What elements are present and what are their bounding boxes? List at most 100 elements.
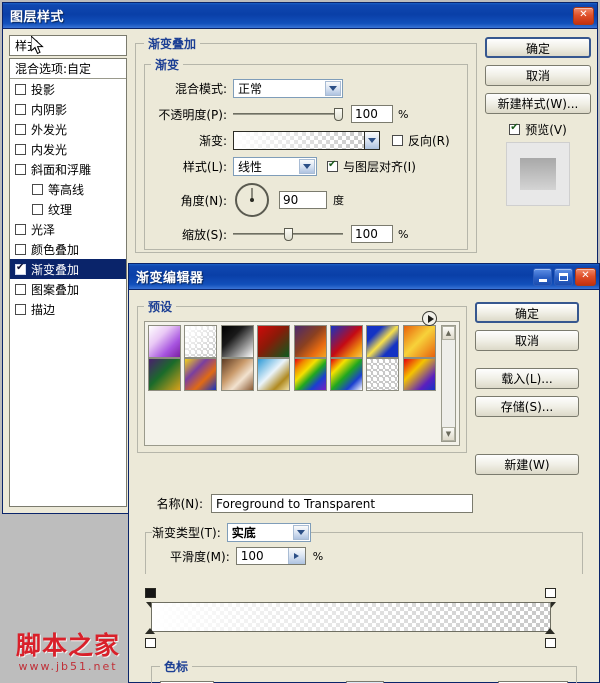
preview-checkbox-box[interactable] bbox=[509, 122, 521, 135]
gradient-swatch[interactable] bbox=[234, 131, 364, 149]
gradient-preset-swatch[interactable] bbox=[366, 325, 400, 358]
style-list-item[interactable]: 内发光 bbox=[10, 139, 126, 159]
ge-ok-button[interactable]: 确定 bbox=[475, 302, 579, 323]
gradient-bar-area[interactable] bbox=[145, 588, 556, 650]
angle-input[interactable] bbox=[279, 191, 327, 209]
cancel-button[interactable]: 取消 bbox=[485, 65, 591, 86]
style-list-item-checkbox[interactable] bbox=[15, 143, 26, 155]
blend-mode-label: 混合模式: bbox=[174, 81, 227, 96]
gradient-style-select[interactable]: 线性 bbox=[233, 156, 317, 176]
gradient-preset-swatch[interactable] bbox=[184, 358, 218, 391]
scale-input[interactable] bbox=[351, 225, 393, 243]
ok-button[interactable]: 确定 bbox=[485, 37, 591, 58]
chevron-down-icon[interactable] bbox=[299, 158, 315, 174]
style-list-item[interactable]: 斜面和浮雕 bbox=[10, 159, 126, 179]
close-icon[interactable]: ✕ bbox=[575, 267, 596, 286]
smoothness-spinner[interactable]: 100 bbox=[235, 547, 306, 565]
style-list-item[interactable]: 描边 bbox=[10, 299, 126, 319]
style-list-item-checkbox[interactable] bbox=[15, 223, 26, 235]
style-list-item-checkbox[interactable] bbox=[15, 123, 26, 135]
preview-checkbox[interactable]: 预览(V) bbox=[485, 121, 591, 138]
chevron-down-icon[interactable] bbox=[325, 80, 341, 96]
color-stop-left[interactable] bbox=[145, 628, 157, 648]
presets-grid[interactable] bbox=[148, 325, 439, 442]
gradient-preset-swatch[interactable] bbox=[329, 358, 363, 391]
scale-slider-knob[interactable] bbox=[284, 227, 293, 241]
gradient-preset-swatch[interactable] bbox=[366, 358, 400, 391]
style-list-item-checkbox[interactable] bbox=[32, 203, 43, 215]
style-list-item-checkbox[interactable] bbox=[15, 243, 26, 255]
maximize-icon[interactable] bbox=[554, 267, 573, 286]
layer-style-titlebar[interactable]: 图层样式 ✕ bbox=[3, 3, 597, 29]
align-with-layer-label: 与图层对齐(I) bbox=[343, 159, 416, 174]
style-list-item[interactable]: 渐变叠加 bbox=[10, 259, 126, 279]
opacity-stop-left[interactable] bbox=[145, 588, 157, 608]
reverse-checkbox[interactable]: 反向(R) bbox=[392, 132, 450, 149]
scale-slider[interactable] bbox=[233, 225, 343, 243]
opacity-slider-knob[interactable] bbox=[334, 107, 343, 121]
chevron-down-icon[interactable] bbox=[292, 525, 309, 540]
presets-menu-icon[interactable] bbox=[422, 311, 437, 326]
gradient-preset-swatch[interactable] bbox=[220, 358, 254, 391]
ge-cancel-button[interactable]: 取消 bbox=[475, 330, 579, 351]
style-list-item[interactable]: 图案叠加 bbox=[10, 279, 126, 299]
style-list-item-checkbox[interactable] bbox=[32, 183, 43, 195]
gradient-preset-swatch[interactable] bbox=[257, 358, 291, 391]
style-list-item[interactable]: 纹理 bbox=[10, 199, 126, 219]
style-list-item-checkbox[interactable] bbox=[15, 262, 26, 275]
preview-thumbnail-shape bbox=[520, 158, 556, 190]
style-list-item[interactable]: 外发光 bbox=[10, 119, 126, 139]
new-style-button[interactable]: 新建样式(W)... bbox=[485, 93, 591, 114]
gradient-preset-swatch[interactable] bbox=[257, 325, 291, 358]
gradient-preset-swatch[interactable] bbox=[293, 325, 327, 358]
save-button[interactable]: 存储(S)... bbox=[475, 396, 579, 417]
gradient-preset-swatch[interactable] bbox=[148, 358, 181, 391]
angle-dial[interactable] bbox=[235, 183, 269, 217]
blend-mode-select[interactable]: 正常 bbox=[233, 78, 343, 98]
gradient-type-select[interactable]: 实底 bbox=[226, 523, 311, 542]
style-list-item[interactable]: 等高线 bbox=[10, 179, 126, 199]
gradient-preset-swatch[interactable] bbox=[220, 325, 254, 358]
style-list-item-checkbox[interactable] bbox=[15, 103, 26, 115]
styles-list[interactable]: 混合选项:自定投影内阴影外发光内发光斜面和浮雕等高线纹理光泽颜色叠加渐变叠加图案… bbox=[9, 58, 127, 507]
close-icon[interactable]: ✕ bbox=[573, 6, 594, 25]
gradient-preset-swatch[interactable] bbox=[293, 358, 327, 391]
load-button[interactable]: 载入(L)... bbox=[475, 368, 579, 389]
opacity-slider[interactable] bbox=[233, 105, 343, 123]
style-list-item-checkbox[interactable] bbox=[15, 303, 26, 315]
gradient-preset-swatch[interactable] bbox=[329, 325, 363, 358]
color-stop-right[interactable] bbox=[545, 628, 557, 648]
style-list-item[interactable]: 混合选项:自定 bbox=[10, 59, 126, 79]
scroll-down-icon[interactable]: ▼ bbox=[442, 427, 455, 441]
align-with-layer-checkbox-box[interactable] bbox=[327, 159, 338, 172]
opacity-input[interactable] bbox=[351, 105, 393, 123]
style-list-item[interactable]: 投影 bbox=[10, 79, 126, 99]
gradient-name-input[interactable] bbox=[211, 494, 473, 513]
minimize-icon[interactable] bbox=[533, 267, 552, 286]
gradient-preset-swatch[interactable] bbox=[184, 325, 218, 358]
opacity-stop-right[interactable] bbox=[545, 588, 557, 608]
reverse-checkbox-box[interactable] bbox=[392, 134, 403, 146]
gradient-preset-swatch[interactable] bbox=[402, 358, 436, 391]
gradient-dropdown-arrow-icon[interactable] bbox=[364, 131, 379, 149]
style-list-item[interactable]: 光泽 bbox=[10, 219, 126, 239]
style-list-item[interactable]: 内阴影 bbox=[10, 99, 126, 119]
gradient-picker[interactable] bbox=[233, 130, 380, 150]
gradient-preset-swatch[interactable] bbox=[148, 325, 181, 358]
align-with-layer-checkbox[interactable]: 与图层对齐(I) bbox=[327, 158, 416, 175]
new-button[interactable]: 新建(W) bbox=[475, 454, 579, 475]
gradient-editor-titlebar[interactable]: 渐变编辑器 ✕ bbox=[129, 264, 599, 290]
smoothness-arrow-icon[interactable] bbox=[287, 548, 305, 564]
scroll-up-icon[interactable]: ▲ bbox=[442, 326, 455, 340]
styles-header[interactable]: 样式 bbox=[9, 35, 127, 56]
gradient-preset-swatch[interactable] bbox=[402, 325, 436, 358]
gradient-subgroup: 渐变 混合模式: 正常 不透明度(P): 100 % 渐变: 反向(R) 样式(… bbox=[144, 56, 468, 250]
color-stops-group: 色标 bbox=[151, 658, 577, 683]
style-list-item-checkbox[interactable] bbox=[15, 163, 26, 175]
style-list-item-checkbox[interactable] bbox=[15, 283, 26, 295]
presets-scrollbar[interactable]: ▲ ▼ bbox=[441, 325, 456, 442]
style-list-item[interactable]: 颜色叠加 bbox=[10, 239, 126, 259]
presets-box[interactable]: ▲ ▼ bbox=[144, 311, 460, 446]
style-list-item-checkbox[interactable] bbox=[15, 83, 26, 95]
gradient-bar[interactable] bbox=[151, 602, 551, 632]
